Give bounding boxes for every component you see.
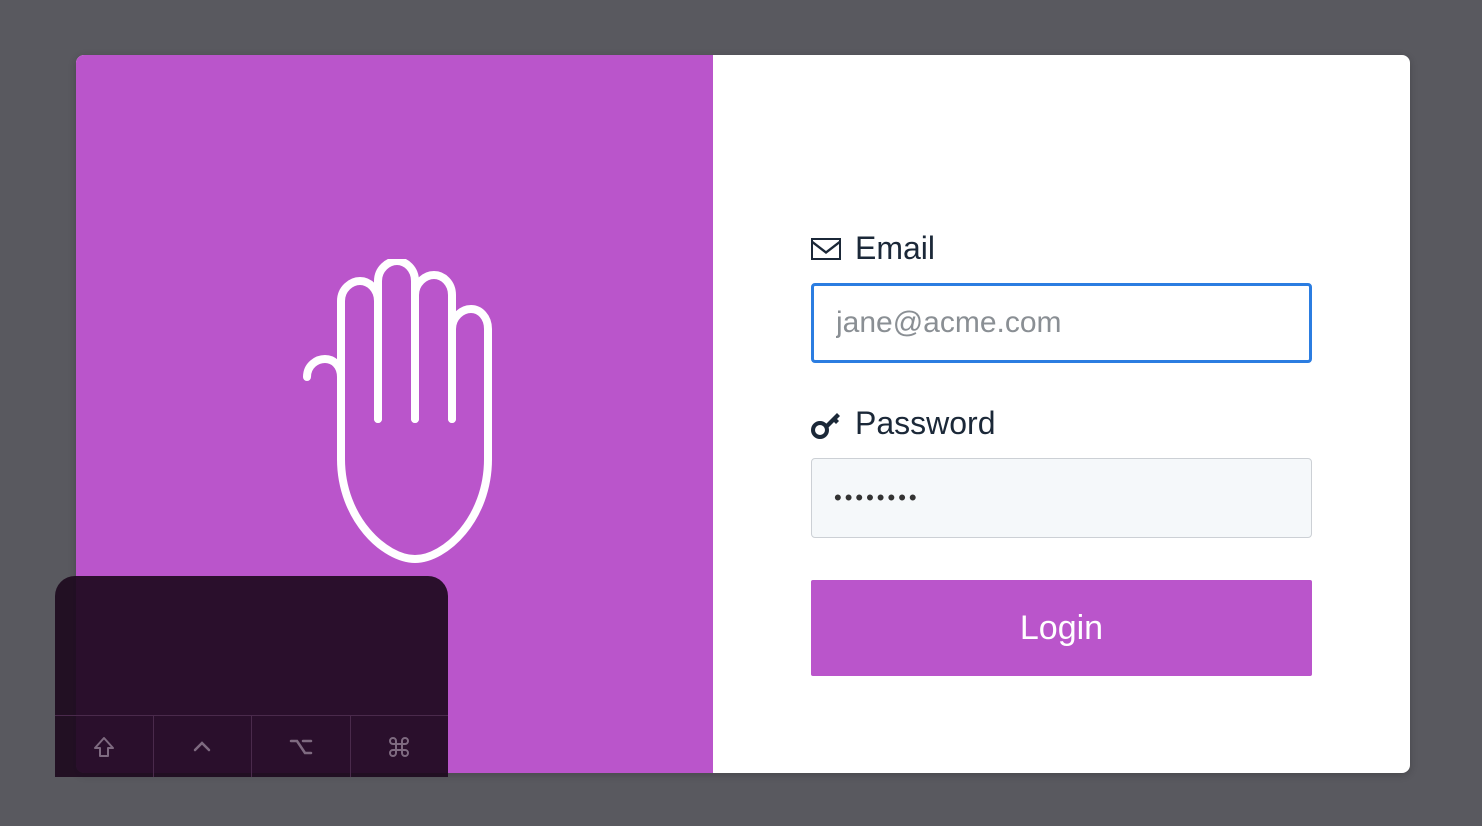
email-group: Email	[811, 230, 1312, 363]
password-field[interactable]	[811, 458, 1312, 538]
control-key[interactable]	[154, 715, 253, 777]
keyboard-trackpad-area[interactable]	[55, 576, 448, 715]
keyboard-modifier-row	[55, 715, 448, 777]
email-label: Email	[811, 230, 1312, 267]
email-field[interactable]	[811, 283, 1312, 363]
hand-icon	[275, 259, 515, 569]
envelope-icon	[811, 234, 841, 264]
password-group: Password	[811, 405, 1312, 538]
password-label-text: Password	[855, 405, 996, 442]
command-key[interactable]	[351, 715, 449, 777]
email-label-text: Email	[855, 230, 935, 267]
key-icon	[811, 409, 841, 439]
option-key[interactable]	[252, 715, 351, 777]
virtual-keyboard	[55, 576, 448, 777]
login-button[interactable]: Login	[811, 580, 1312, 676]
password-label: Password	[811, 405, 1312, 442]
login-form: Email Password Login	[713, 55, 1410, 773]
shift-key[interactable]	[55, 715, 154, 777]
